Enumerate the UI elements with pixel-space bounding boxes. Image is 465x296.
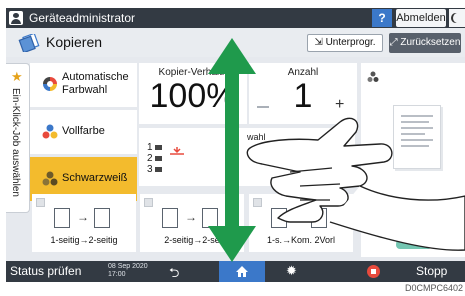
page-title: Kopieren — [46, 34, 103, 50]
copy-icon — [18, 34, 40, 52]
page-icon — [271, 208, 287, 228]
preview-document — [393, 105, 441, 169]
duplex-label: 2-seitig→2-se — [164, 235, 220, 245]
subprogram-icon: ⇲ — [314, 37, 326, 48]
color-mode-auto[interactable]: Automatische Farbwahl — [30, 63, 137, 107]
energy-save-button[interactable] — [449, 9, 465, 27]
subprogram-label: Unterprogr. — [325, 37, 376, 48]
arrow-icon: → — [294, 210, 306, 224]
duplex-label: 1-seitig→2-seitig — [50, 235, 118, 245]
page-icon — [54, 208, 70, 228]
date-text: 08 Sep 2020 — [108, 263, 148, 270]
preview-start-indicator — [396, 227, 432, 249]
duplex-option-1[interactable]: → 1-seitig→2-seitig — [32, 194, 136, 252]
tray-number: 2 — [147, 153, 153, 164]
star-icon: ★ — [11, 69, 23, 84]
count-minus-button[interactable] — [257, 106, 269, 108]
paper-select-label: wahl — [247, 132, 266, 142]
reset-icon: ⤢ — [389, 37, 401, 48]
count-plus-button[interactable]: + — [335, 96, 344, 114]
subprogram-button[interactable]: ⇲ Unterprogr. — [307, 34, 383, 52]
bypass-tray-icon — [170, 147, 184, 155]
tray-number: 1 — [147, 142, 153, 153]
tray-list: 1 2 3 — [147, 142, 153, 175]
duplex-checkbox[interactable] — [144, 198, 153, 207]
preview-panel — [361, 63, 465, 257]
one-click-job-label: Ein-Klick-Job auswählen — [10, 88, 21, 197]
auto-color-icon — [43, 77, 57, 91]
gear-icon[interactable]: ✹ — [286, 263, 297, 279]
duplex-label: 1-s.→Kom. 2Vorl — [266, 235, 336, 245]
page-icon — [311, 208, 327, 228]
logout-button[interactable]: Abmelden — [396, 9, 446, 27]
preview-mode-icon — [367, 71, 379, 82]
tray-icon — [155, 145, 162, 150]
time-text: 17:00 — [108, 271, 126, 278]
zoom-tile[interactable]: Kopier-Verhältn 100% — [139, 63, 247, 124]
help-button[interactable]: ? — [372, 9, 392, 27]
back-icon[interactable]: ⮌ — [169, 264, 179, 286]
zoom-value: 100% — [149, 77, 237, 115]
stop-button[interactable]: Stopp — [416, 264, 447, 278]
auto-color-label-2: Farbwahl — [62, 84, 108, 96]
screen: Geräteadministrator ? Abmelden Kopieren … — [0, 0, 465, 296]
reset-button[interactable]: ⤢ Zurücksetzen — [389, 33, 461, 53]
full-color-label: Vollfarbe — [62, 125, 105, 137]
bw-icon — [42, 171, 58, 186]
status-check-button[interactable]: Status prüfen — [10, 264, 81, 278]
tray-icon — [155, 167, 162, 172]
paper-select-tile[interactable]: 1 2 3 wahl — [139, 128, 355, 186]
one-click-job-tab[interactable]: ★ Ein-Klick-Job auswählen — [6, 63, 30, 213]
home-button[interactable] — [219, 261, 265, 282]
duplex-option-3[interactable]: → 1-s.→Kom. 2Vorl — [249, 194, 353, 252]
top-bar: Geräteadministrator ? Abmelden — [6, 8, 465, 28]
bw-label: Schwarzweiß — [62, 172, 128, 184]
auto-color-label-1: Automatische — [62, 71, 129, 83]
duplex-option-2[interactable]: → 2-seitig→2-se — [140, 194, 244, 252]
duplex-checkbox[interactable] — [36, 198, 45, 207]
duplex-checkbox[interactable] — [253, 198, 262, 207]
admin-label: Geräteadministrator — [29, 11, 136, 25]
tray-icon — [155, 156, 162, 161]
arrow-icon: → — [77, 210, 89, 224]
color-mode-full[interactable]: Vollfarbe — [30, 110, 137, 154]
full-color-icon — [42, 124, 58, 139]
date-time: 08 Sep 2020 17:00 — [108, 263, 148, 279]
figure-code: D0CMPC6402 — [404, 283, 463, 293]
copy-app: Kopieren ⇲ Unterprogr. ⤢ Zurücksetzen ★ … — [6, 28, 465, 261]
bottom-bar: Status prüfen 08 Sep 2020 17:00 ⮌ ✹ Stop… — [6, 261, 465, 282]
page-icon — [202, 208, 218, 228]
app-header: Kopieren ⇲ Unterprogr. ⤢ Zurücksetzen — [6, 28, 465, 57]
count-tile[interactable]: Anzahl 1 + — [249, 63, 357, 124]
user-icon — [9, 11, 23, 25]
reset-label: Zurücksetzen — [400, 37, 461, 48]
tray-number: 3 — [147, 164, 153, 175]
stop-icon — [367, 265, 380, 278]
page-icon — [162, 208, 178, 228]
page-icon — [94, 208, 110, 228]
arrow-icon: → — [185, 210, 197, 224]
home-icon — [236, 266, 248, 277]
